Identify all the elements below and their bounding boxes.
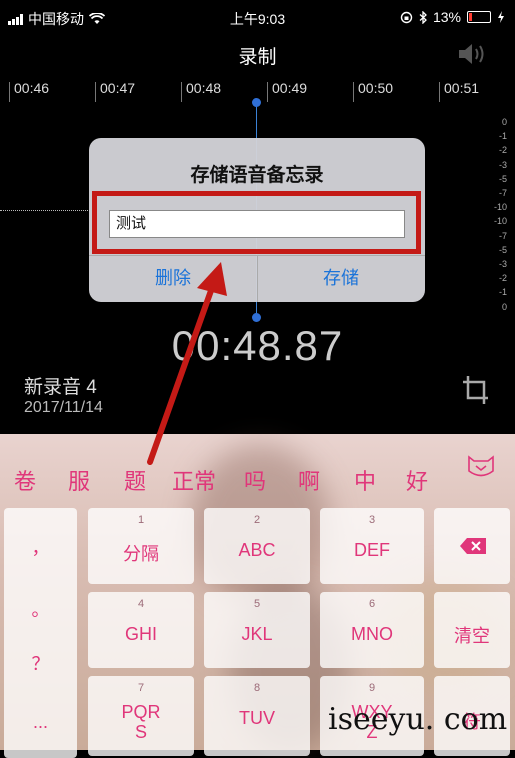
- watermark: iseeyu. com: [328, 702, 508, 737]
- annotation-arrow-icon: [147, 262, 227, 465]
